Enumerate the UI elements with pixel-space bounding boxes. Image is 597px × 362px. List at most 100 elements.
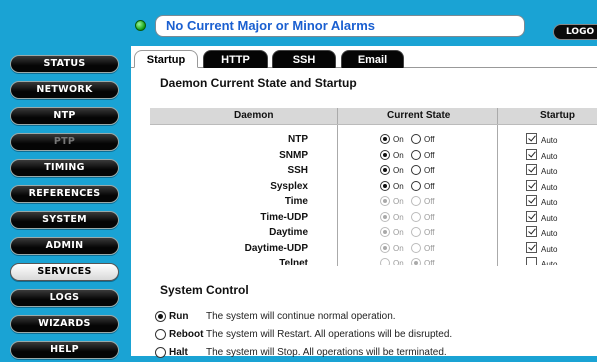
state-on-label: On [393,197,404,206]
state-on-label: On [393,228,404,237]
sidebar-item-network[interactable]: NETWORK [10,81,119,99]
sidebar-item-help[interactable]: HELP [10,341,119,359]
daemon-name: NTP [288,134,308,145]
sidebar-item-wizards[interactable]: WIZARDS [10,315,119,333]
sidebar-item-status[interactable]: STATUS [10,55,119,73]
daemon-row: Daytime-UDP On Off Auto [150,241,597,256]
startup-auto-label: Auto [541,229,558,238]
startup-auto-label: Auto [541,167,558,176]
halt-description: The system will Stop. All operations wil… [206,347,447,358]
daemon-row: SSH On Off Auto [150,163,597,178]
state-off-radio[interactable] [411,149,421,160]
daemon-row: Sysplex On Off Auto [150,179,597,194]
state-on-label: On [393,135,404,144]
sidebar-item-ntp[interactable]: NTP [10,107,119,125]
logout-button[interactable]: LOGO [553,24,597,40]
state-off-radio[interactable] [411,180,421,191]
startup-auto-checkbox[interactable] [526,257,537,265]
state-off-radio [411,258,421,265]
run-label[interactable]: Run [169,311,188,322]
state-on-radio[interactable] [380,134,390,144]
tab-email[interactable]: Email [341,50,404,68]
startup-auto-label: Auto [541,182,558,192]
run-radio[interactable] [155,311,166,322]
state-on-label: On [393,181,404,191]
startup-auto-checkbox[interactable] [526,179,537,191]
state-on-radio[interactable] [380,180,390,191]
startup-auto-label: Auto [541,213,558,223]
tab-http[interactable]: HTTP [203,50,268,68]
startup-auto-label: Auto [541,198,558,207]
startup-auto-label: Auto [541,260,558,265]
state-off-radio [411,196,421,206]
daemon-name: Sysplex [270,180,308,192]
daemon-name: Time-UDP [260,211,308,223]
daemon-name: Daytime [269,227,308,238]
state-on-radio [380,258,390,265]
sidebar-item-references[interactable]: REFERENCES [10,185,119,203]
sidebar-item-logs[interactable]: LOGS [10,289,119,307]
state-off-label: Off [424,228,435,237]
state-on-radio [380,196,390,206]
reboot-radio[interactable] [155,329,166,340]
startup-auto-checkbox[interactable] [526,241,537,253]
state-on-radio[interactable] [380,165,390,175]
state-on-radio [380,227,390,237]
daemon-row: NTP On Off Auto [150,132,597,147]
state-on-label: On [393,212,404,222]
system-control-title: System Control [160,283,249,297]
column-header-current-state: Current State [387,110,451,121]
daemon-name: SSH [287,165,308,176]
daemon-table-header: Daemon Current State Startup [150,108,597,124]
tab-startup[interactable]: Startup [134,50,198,68]
state-off-label: Off [424,181,435,191]
sidebar-nav: STATUS NETWORK NTP PTP TIMING REFERENCES SYSTE… [0,0,132,359]
system-control-run: Run The system will continue normal opera… [155,310,595,326]
daemon-row: Daytime On Off Auto [150,225,597,240]
daemon-table-body: NTP On Off Auto SNMP On Off Auto SSH On Off Auto Sys… [150,124,597,265]
state-off-radio [411,211,421,222]
daemon-row: Time On Off Auto [150,194,597,209]
startup-auto-label: Auto [541,136,558,145]
system-control-halt: Halt The system will Stop. All operations… [155,346,595,362]
daemon-name: Daytime-UDP [244,242,308,254]
section-title: Daemon Current State and Startup [160,76,357,90]
halt-label[interactable]: Halt [169,347,188,358]
daemon-name: SNMP [279,149,308,161]
status-led-icon [135,20,146,31]
startup-auto-checkbox[interactable] [526,133,537,144]
startup-auto-checkbox[interactable] [526,148,537,160]
state-off-label: Off [424,135,435,144]
state-off-radio[interactable] [411,165,421,175]
reboot-label[interactable]: Reboot [169,329,203,340]
state-on-radio [380,211,390,222]
sidebar-item-admin[interactable]: ADMIN [10,237,119,255]
tab-ssh[interactable]: SSH [272,50,336,68]
state-off-label: Off [424,197,435,206]
sidebar-item-timing[interactable]: TIMING [10,159,119,177]
startup-auto-checkbox[interactable] [526,164,537,175]
state-off-radio [411,227,421,237]
state-off-label: Off [424,166,435,175]
state-on-radio [380,242,390,253]
state-on-label: On [393,243,404,253]
sidebar-item-services[interactable]: SERVICES [10,263,119,281]
state-on-radio[interactable] [380,149,390,160]
state-on-label: On [393,259,404,265]
alarm-status-bar: No Current Major or Minor Alarms [155,15,525,37]
state-on-label: On [393,150,404,160]
daemon-name: Time [284,196,308,207]
column-header-startup: Startup [540,110,575,121]
sidebar-item-system[interactable]: SYSTEM [10,211,119,229]
state-off-label: Off [424,212,435,222]
startup-auto-checkbox[interactable] [526,195,537,206]
startup-auto-label: Auto [541,244,558,254]
state-off-label: Off [424,259,435,265]
sidebar-item-ptp: PTP [10,133,119,151]
startup-auto-checkbox[interactable] [526,210,537,222]
state-off-radio[interactable] [411,134,421,144]
startup-auto-checkbox[interactable] [526,226,537,237]
state-off-radio [411,242,421,253]
run-description: The system will continue normal operatio… [206,311,396,322]
halt-radio[interactable] [155,347,166,358]
